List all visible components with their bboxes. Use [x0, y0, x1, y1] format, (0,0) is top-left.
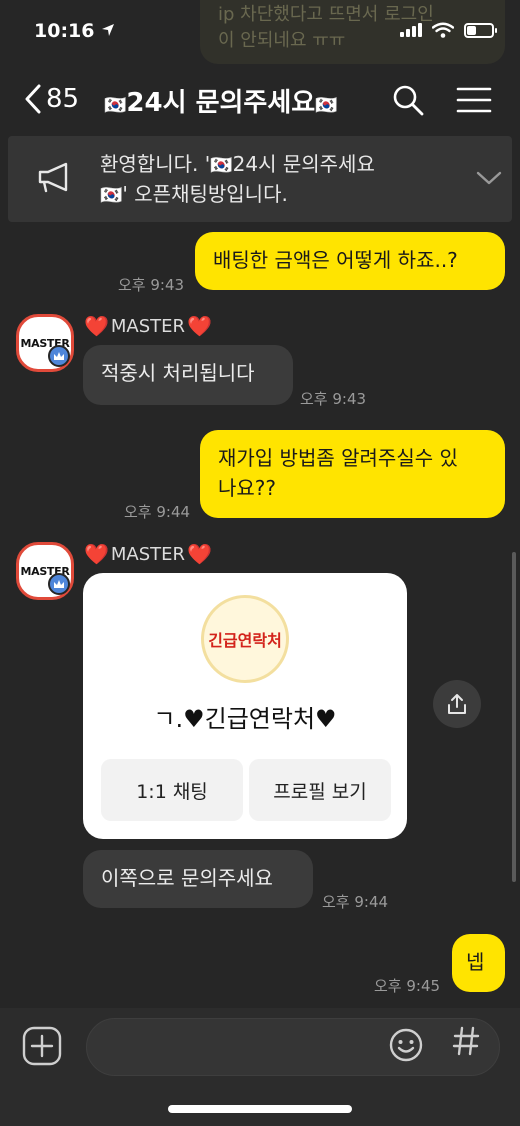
wifi-icon	[432, 22, 454, 38]
one-on-one-chat-button[interactable]: 1:1 채팅	[101, 759, 243, 821]
other-message-bubble[interactable]: 적중시 처리됩니다	[83, 345, 293, 405]
heart-emoji: ❤️	[84, 542, 109, 566]
status-time: 10:16	[34, 20, 115, 42]
my-message-bubble[interactable]: 배팅한 금액은 어떻게 하죠..?	[195, 232, 505, 290]
cellular-signal-icon	[400, 23, 422, 37]
card-title: ㄱ.♥긴급연락처♥	[153, 705, 337, 733]
back-chevron-icon	[25, 84, 41, 114]
profile-share-card[interactable]: 긴급연락처 ㄱ.♥긴급연락처♥ 1:1 채팅 프로필 보기	[83, 573, 407, 839]
crown-icon	[54, 580, 64, 588]
heart-emoji: ❤️	[187, 314, 212, 338]
view-profile-button[interactable]: 프로필 보기	[249, 759, 391, 821]
megaphone-icon	[38, 162, 68, 193]
sender-name: ❤️ MASTER ❤️	[84, 314, 212, 338]
host-badge	[48, 345, 70, 367]
message-time: 오후 9:43	[300, 390, 367, 408]
message-time: 오후 9:44	[124, 503, 191, 521]
input-bar	[0, 1008, 520, 1126]
notice-text: 환영합니다. '🇰🇷24시 문의주세요 🇰🇷' 오픈채팅방입니다.	[100, 152, 375, 206]
notice-banner[interactable]: 환영합니다. '🇰🇷24시 문의주세요 🇰🇷' 오픈채팅방입니다.	[8, 136, 512, 222]
emoji-icon	[389, 1028, 423, 1062]
location-arrow-icon	[102, 24, 115, 36]
message-time: 오후 9:44	[322, 893, 389, 911]
home-indicator[interactable]	[168, 1105, 352, 1113]
search-icon	[393, 85, 424, 116]
message-time: 오후 9:43	[118, 276, 185, 294]
share-icon	[448, 694, 466, 714]
battery-icon	[464, 22, 497, 38]
menu-button[interactable]	[456, 86, 492, 118]
korea-flag: 🇰🇷	[104, 95, 127, 116]
chevron-down-icon[interactable]	[476, 170, 502, 186]
chat-title-text: 24시 문의주세요	[126, 88, 316, 118]
heart-emoji: ❤️	[84, 314, 109, 338]
other-message-bubble[interactable]: 이쪽으로 문의주세요	[83, 850, 313, 908]
chat-header: 85 🇰🇷24시 문의주세요🇰🇷	[0, 72, 520, 128]
my-message-bubble[interactable]: 넵	[452, 934, 505, 992]
crown-icon	[54, 352, 64, 360]
card-logo: 긴급연락처	[201, 595, 289, 683]
emoticon-button[interactable]	[388, 1027, 424, 1067]
sender-name: ❤️ MASTER ❤️	[84, 542, 212, 566]
host-badge	[48, 573, 70, 595]
status-icons	[400, 22, 497, 38]
heart-emoji: ❤️	[187, 542, 212, 566]
message-input[interactable]	[86, 1018, 500, 1076]
chat-title[interactable]: 🇰🇷24시 문의주세요🇰🇷	[104, 82, 338, 119]
plus-icon	[22, 1026, 62, 1066]
korea-flag: 🇰🇷	[210, 155, 233, 176]
back-button[interactable]: 85	[24, 84, 79, 114]
unread-count: 85	[46, 84, 80, 114]
attach-button[interactable]	[22, 1026, 62, 1070]
menu-icon	[456, 87, 492, 113]
scrollbar[interactable]	[512, 552, 516, 882]
korea-flag: 🇰🇷	[100, 185, 123, 206]
my-message-bubble[interactable]: 재가입 방법좀 알려주실수 있 나요??	[200, 430, 505, 518]
korea-flag: 🇰🇷	[315, 95, 338, 116]
share-button[interactable]	[433, 680, 481, 728]
hash-button[interactable]	[452, 1026, 480, 1063]
message-time: 오후 9:45	[374, 977, 441, 995]
search-button[interactable]	[392, 84, 424, 120]
hash-icon	[452, 1026, 480, 1056]
